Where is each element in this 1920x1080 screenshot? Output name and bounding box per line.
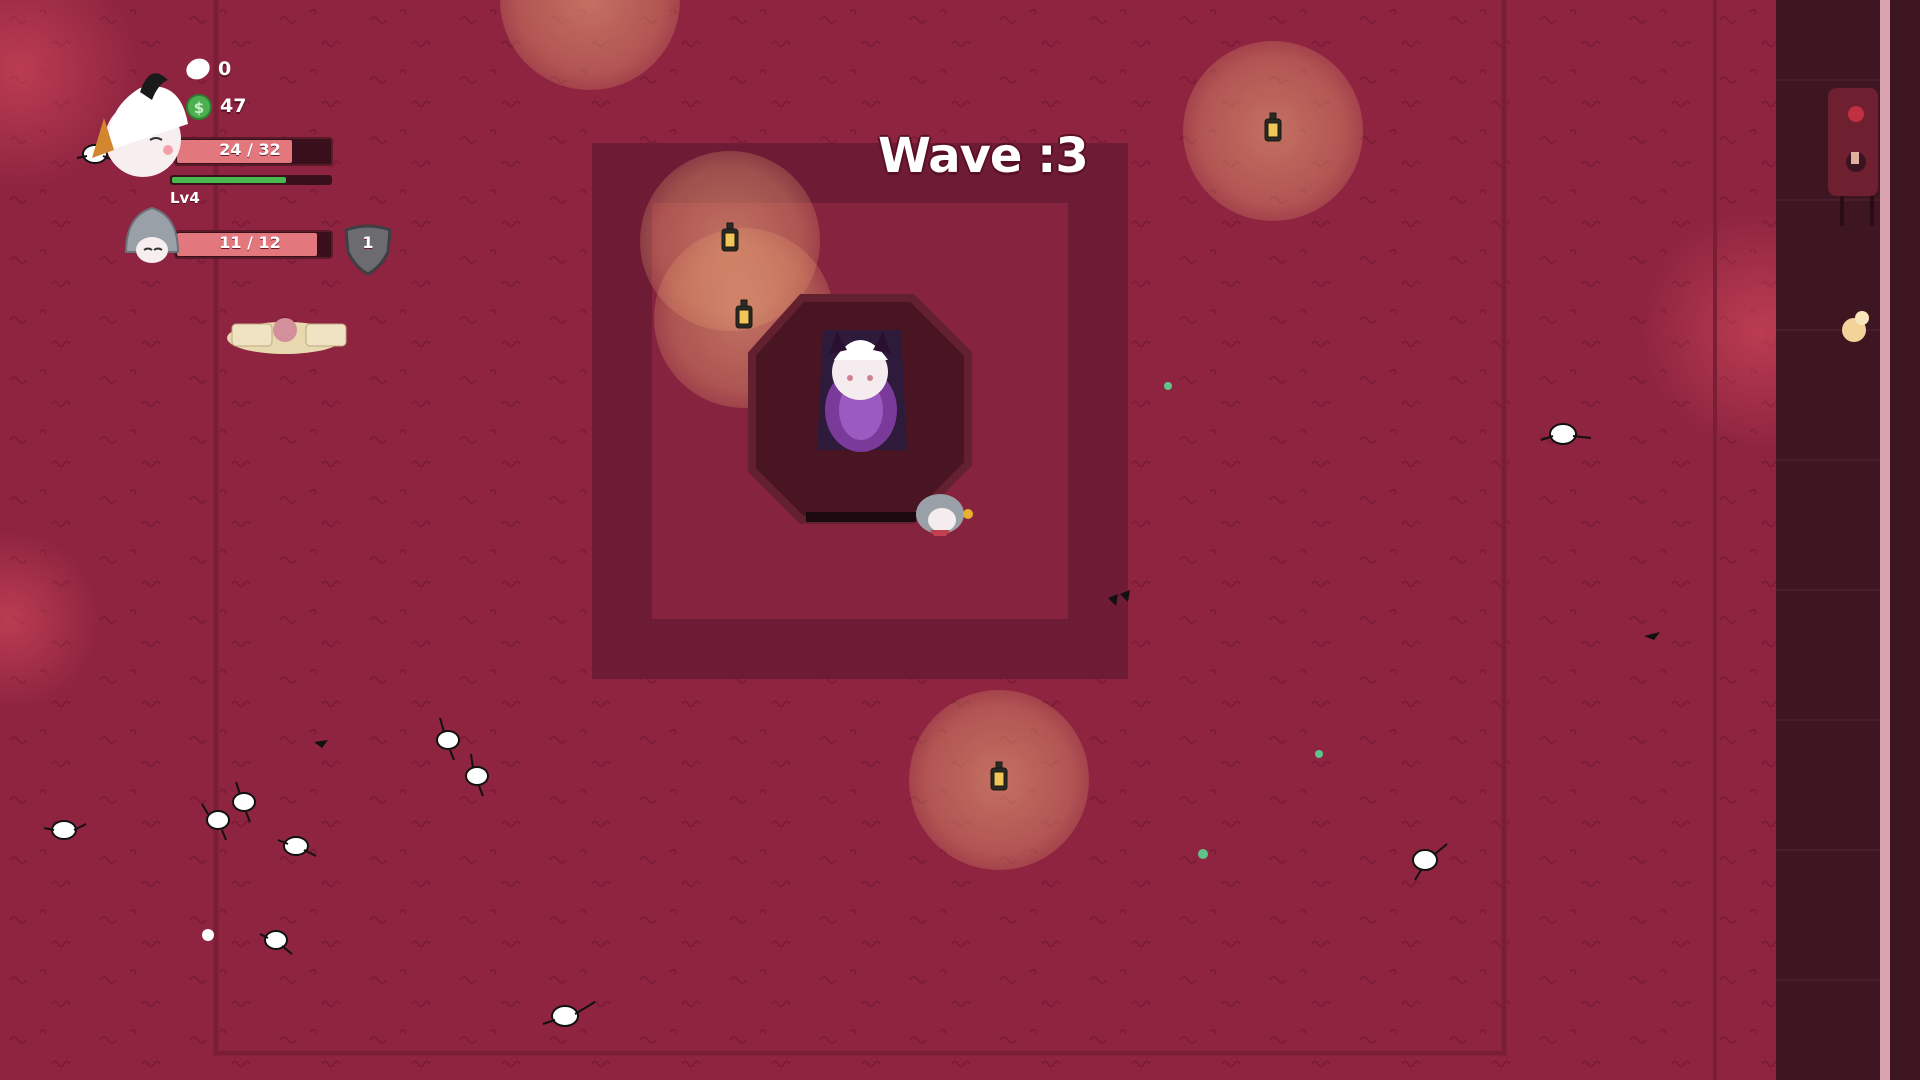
game-scene[interactable] <box>0 0 1920 1080</box>
xp-orb-icon <box>1164 382 1172 390</box>
priestess-boss-icon <box>817 330 907 452</box>
